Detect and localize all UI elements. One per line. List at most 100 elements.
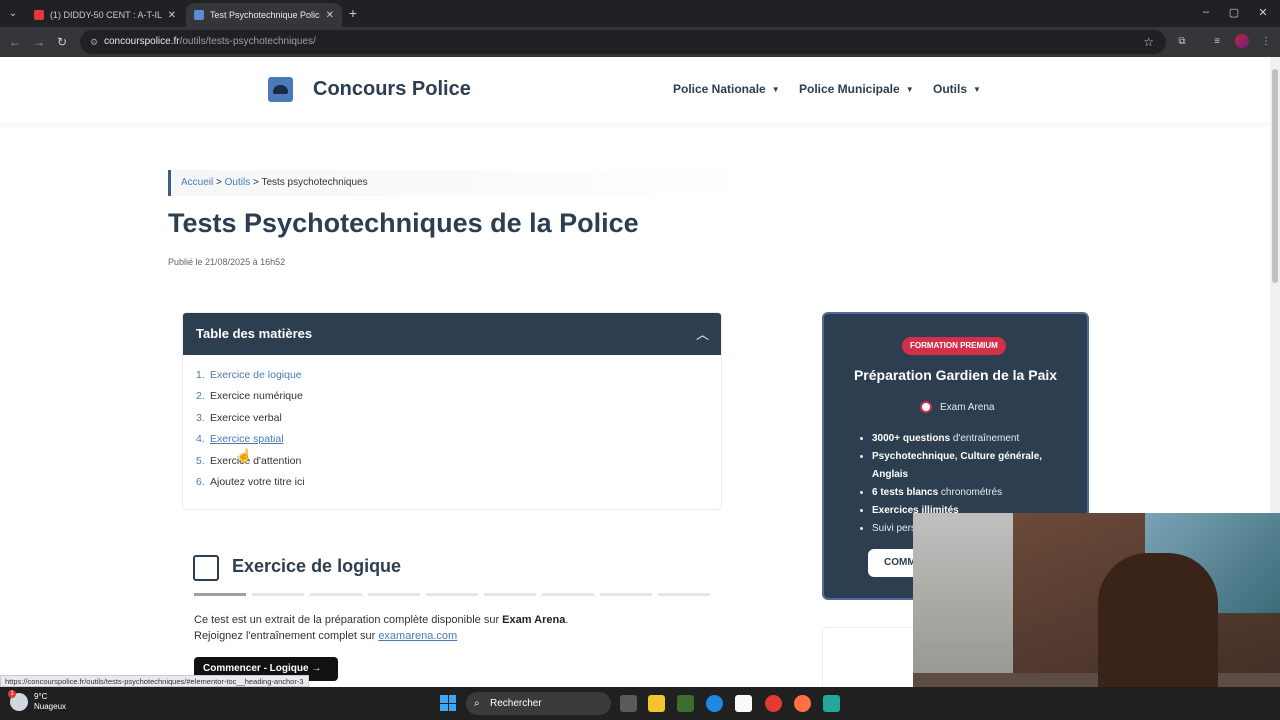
- task-view-icon[interactable]: [620, 695, 637, 712]
- puzzle-icon: [193, 555, 219, 581]
- new-tab-icon[interactable]: +: [346, 6, 360, 20]
- browser-tab-bar: ⌄ (1) DIDDY-50 CENT : A-T-IL VRA ✕ Test …: [0, 0, 1280, 27]
- caret-down-icon: ▼: [973, 84, 981, 94]
- page-title: Tests Psychotechniques de la Police: [168, 208, 639, 238]
- url-text: concourspolice.fr/outils/tests-psychotec…: [104, 36, 316, 47]
- progress-segment: [542, 593, 594, 596]
- temperature: 9°C: [34, 692, 48, 701]
- app-icon[interactable]: [823, 695, 840, 712]
- notification-badge: 1: [8, 690, 16, 698]
- maximize-icon[interactable]: ▢: [1227, 6, 1241, 19]
- breadcrumb-separator: >: [250, 177, 262, 188]
- nvidia-icon[interactable]: [677, 695, 694, 712]
- browser-tab-youtube[interactable]: (1) DIDDY-50 CENT : A-T-IL VRA ✕: [26, 3, 184, 27]
- toc-number: 1.: [196, 369, 205, 381]
- progress-segment: [310, 593, 362, 596]
- toc-number: 4.: [196, 433, 205, 446]
- toc-item-numerique[interactable]: 2. Exercice numérique: [196, 390, 305, 411]
- search-placeholder: Rechercher: [490, 698, 542, 709]
- section-description: Ce test est un extrait de la préparation…: [194, 612, 568, 644]
- link-status-url: https://concourspolice.fr/outils/tests-p…: [0, 675, 309, 687]
- nav-outils[interactable]: Outils ▼: [933, 82, 981, 96]
- breadcrumb-tools-link[interactable]: Outils: [225, 177, 251, 188]
- police-logo-icon[interactable]: [268, 77, 293, 102]
- toc-item-logique[interactable]: 1. Exercice de logique: [196, 369, 305, 390]
- toc-label: Exercice numérique: [210, 390, 303, 403]
- weather-condition: Nuageux: [34, 702, 67, 711]
- site-icon: [194, 10, 204, 20]
- file-explorer-icon[interactable]: [648, 695, 665, 712]
- caret-down-icon: ▼: [905, 84, 914, 94]
- desc-text: Ce test est un extrait de la préparation…: [194, 614, 503, 626]
- tab-title: (1) DIDDY-50 CENT : A-T-IL VRA: [50, 10, 162, 20]
- browser-tab-active[interactable]: Test Psychotechnique Police : E ✕: [186, 3, 342, 27]
- progress-segment: [368, 593, 420, 596]
- mouse-cursor-icon: ☝: [236, 448, 253, 463]
- nav-label: Police Municipale: [799, 82, 900, 96]
- toc-label: Exercice de logique: [210, 369, 302, 381]
- toc-number: 5.: [196, 454, 205, 467]
- nav-police-municipale[interactable]: Police Municipale ▼: [799, 82, 914, 96]
- toc-item-verbal[interactable]: 3. Exercice verbal: [196, 412, 305, 433]
- progress-segment: [658, 593, 710, 596]
- promo-brand: Exam Arena: [920, 401, 994, 413]
- cloud-icon: 1: [8, 690, 28, 711]
- menu-icon[interactable]: ⋮: [1259, 35, 1273, 49]
- toc-header[interactable]: Table des matières ︿: [183, 313, 721, 355]
- extensions-icon[interactable]: ⧉: [1175, 35, 1189, 49]
- nav-police-nationale[interactable]: Police Nationale ▼: [673, 82, 780, 96]
- publish-date: Publié le 21/08/2025 à 16h52: [168, 257, 286, 267]
- nav-label: Police Nationale: [673, 82, 766, 96]
- promo-title: Préparation Gardien de la Paix: [853, 367, 1058, 383]
- breadcrumb-home-link[interactable]: Accueil: [181, 177, 213, 188]
- firefox-icon[interactable]: [794, 695, 811, 712]
- table-of-contents: Table des matières ︿ 1. Exercice de logiq…: [182, 312, 722, 510]
- close-tab-icon[interactable]: ✕: [168, 10, 176, 21]
- premium-badge: FORMATION PREMIUM: [902, 337, 1006, 355]
- brand-name: Exam Arena: [940, 401, 995, 413]
- desc-text: Rejoignez l'entraînement complet sur: [194, 630, 379, 642]
- breadcrumb-current: Tests psychotechniques: [261, 177, 368, 188]
- toc-title: Table des matières: [196, 326, 313, 341]
- close-window-icon[interactable]: ✕: [1256, 6, 1270, 19]
- edge-icon[interactable]: [706, 695, 723, 712]
- windows-start-icon[interactable]: [440, 695, 456, 711]
- reload-icon[interactable]: ↻: [54, 34, 70, 50]
- caret-down-icon: ▼: [771, 84, 780, 94]
- browser-toolbar: ← → ↻ ⚙ concourspolice.fr/outils/tests-p…: [0, 27, 1280, 57]
- forward-icon[interactable]: →: [31, 34, 47, 50]
- site-title[interactable]: Concours Police: [313, 78, 471, 101]
- nav-label: Outils: [933, 82, 968, 96]
- media-controls-icon[interactable]: ≡: [1210, 35, 1224, 49]
- progress-segment: [600, 593, 652, 596]
- progress-segment: [194, 593, 246, 596]
- profile-avatar[interactable]: [1235, 34, 1249, 48]
- back-icon[interactable]: ←: [7, 34, 23, 50]
- examarena-link[interactable]: examarena.com: [378, 630, 457, 642]
- chevron-up-icon[interactable]: ︿: [696, 324, 709, 343]
- close-tab-icon[interactable]: ✕: [326, 10, 334, 21]
- progress-segment: [426, 593, 478, 596]
- windows-taskbar: 1 9°C Nuageux ⌕ Rechercher: [0, 687, 1280, 720]
- scrollbar-thumb[interactable]: [1272, 69, 1278, 283]
- toc-list: 1. Exercice de logique 2. Exercice numériq…: [196, 369, 305, 497]
- taskbar-search[interactable]: ⌕ Rechercher: [466, 692, 611, 715]
- search-icon: ⌕: [474, 698, 480, 709]
- weather-widget[interactable]: 1 9°C Nuageux: [8, 690, 67, 712]
- target-icon: [920, 401, 932, 413]
- toc-number: 2.: [196, 390, 205, 403]
- progress-segment: [252, 593, 304, 596]
- progress-segment: [484, 593, 536, 596]
- bookmark-star-icon[interactable]: ☆: [1143, 35, 1154, 49]
- site-info-icon[interactable]: ⚙: [88, 36, 100, 48]
- store-icon[interactable]: [735, 695, 752, 712]
- minimize-icon[interactable]: –: [1199, 6, 1213, 18]
- tab-search-icon[interactable]: ⌄: [4, 5, 22, 23]
- breadcrumb: Accueil > Outils > Tests psychotechnique…: [168, 170, 758, 196]
- toc-number: 3.: [196, 411, 205, 424]
- feature-item: 6 tests blancs chronométrés: [872, 484, 1072, 502]
- toc-item-titre[interactable]: 6. Ajoutez votre titre ici: [196, 476, 305, 497]
- chrome-icon[interactable]: [765, 695, 782, 712]
- tab-title: Test Psychotechnique Police : E: [210, 10, 320, 20]
- address-bar[interactable]: ⚙ concourspolice.fr/outils/tests-psychot…: [80, 30, 1166, 54]
